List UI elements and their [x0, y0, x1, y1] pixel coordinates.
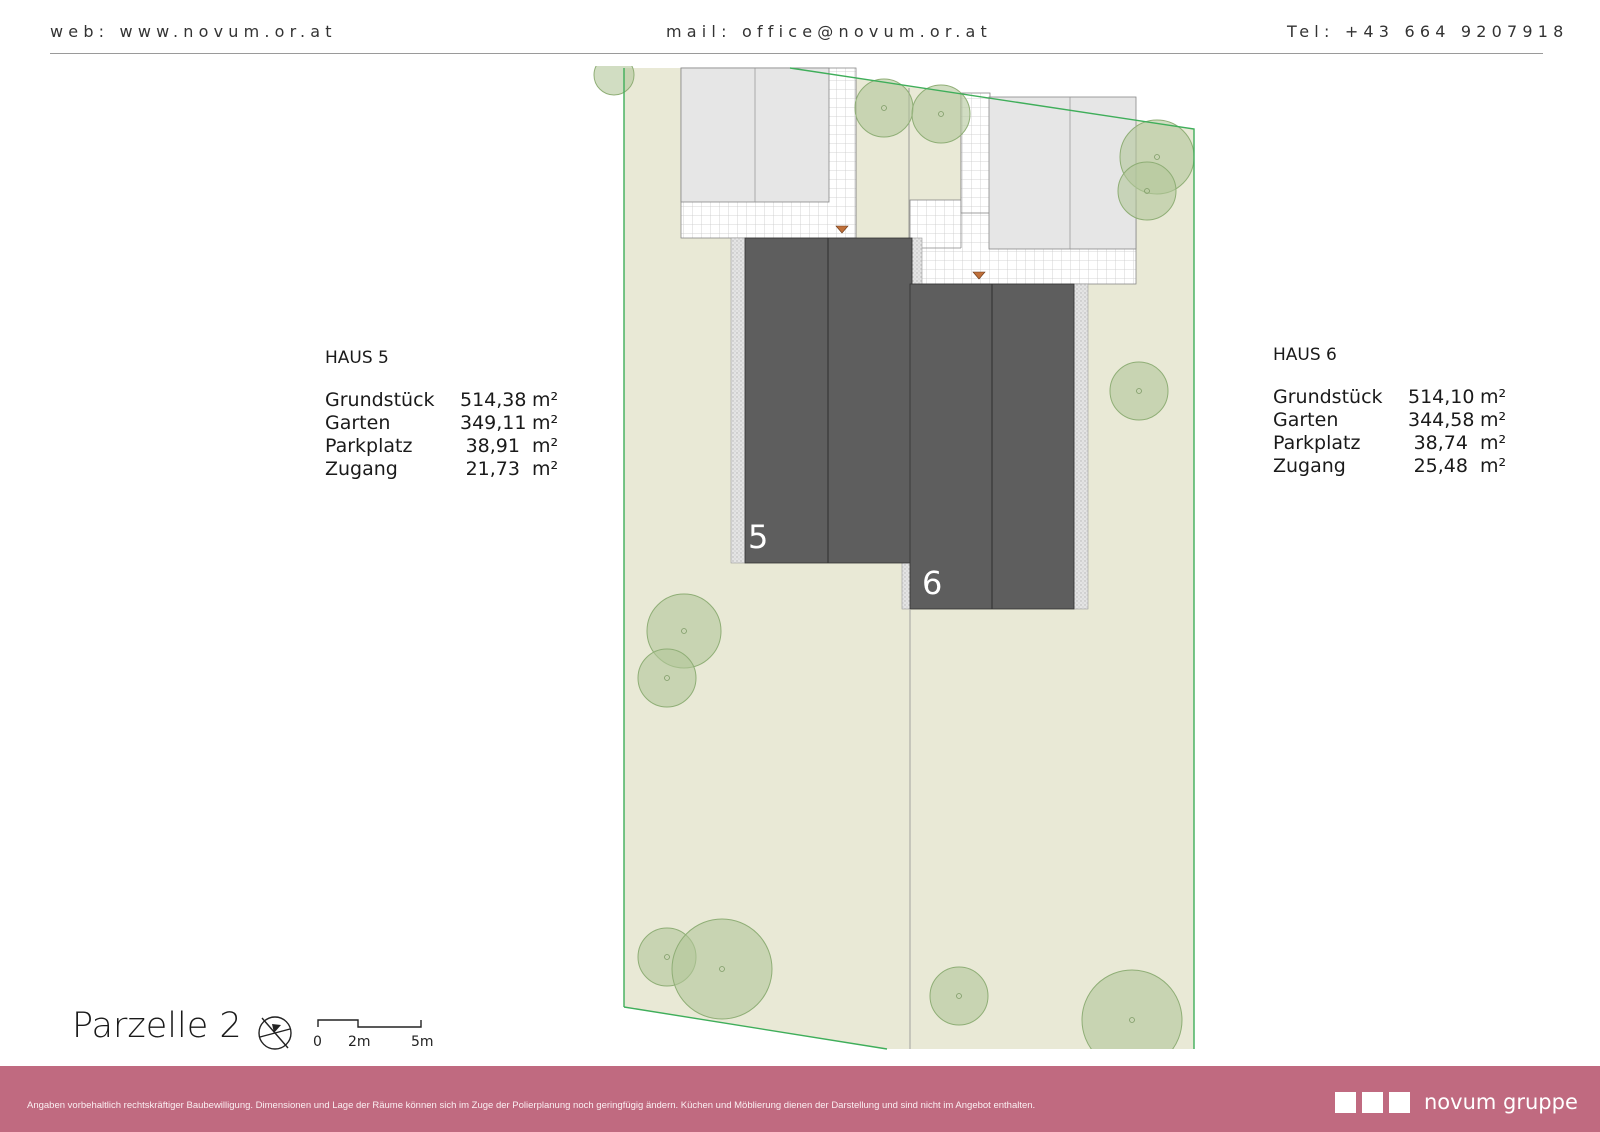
area-unit: m²: [532, 458, 559, 480]
tree: [1081, 969, 1183, 1049]
gravel-strip: [911, 237, 923, 285]
tree: [854, 78, 914, 138]
area-label: Zugang: [325, 458, 398, 480]
tree: [593, 66, 635, 96]
haus-5-title: HAUS 5: [325, 348, 389, 368]
area-label: Grundstück: [1273, 386, 1383, 408]
area-label: Parkplatz: [325, 435, 413, 457]
area-row: Garten 344,58 m²: [1273, 409, 1520, 432]
gravel-strip: [730, 237, 746, 564]
scale-bar: [317, 1019, 422, 1028]
tree: [1117, 161, 1177, 221]
area-value: 344,58: [1408, 409, 1475, 431]
footer-disclaimer: Angaben vorbehaltlich rechtskräftiger Ba…: [27, 1100, 1036, 1111]
area-label: Parkplatz: [1273, 432, 1361, 454]
area-unit: m²: [532, 389, 559, 411]
house-5-label: 5: [748, 518, 768, 556]
scale-label-2m: 2m: [348, 1034, 371, 1050]
area-unit: m²: [1480, 455, 1507, 477]
area-row: Parkplatz 38,91 m²: [325, 435, 572, 458]
area-unit: m²: [532, 435, 559, 457]
area-value: 349,11: [460, 412, 527, 434]
area-label: Zugang: [1273, 455, 1346, 477]
tree: [637, 648, 697, 708]
area-value: 25,48: [1413, 455, 1468, 477]
scale-label-0: 0: [313, 1034, 322, 1050]
tree: [929, 966, 989, 1026]
area-row: Zugang 25,48 m²: [1273, 455, 1520, 478]
house-6-label: 6: [922, 564, 942, 602]
site-plan: 5 6 0 2m 5m: [258, 66, 1195, 1050]
area-label: Garten: [1273, 409, 1339, 431]
area-label: Garten: [325, 412, 391, 434]
area-row: Grundstück 514,38 m²: [325, 389, 572, 412]
neighbor-building: [988, 96, 1137, 250]
area-row: Zugang 21,73 m²: [325, 458, 572, 481]
area-value: 514,38: [460, 389, 527, 411]
area-unit: m²: [1480, 409, 1507, 431]
haus-6-title: HAUS 6: [1273, 345, 1337, 365]
brand-name: novum gruppe: [1424, 1090, 1578, 1114]
haus-6-table: HAUS 6 Grundstück 514,10 m² Garten 344,5…: [1273, 345, 1520, 478]
logo-square-icon: [1389, 1091, 1410, 1113]
haus-5-table: HAUS 5 Grundstück 514,38 m² Garten 349,1…: [325, 348, 572, 481]
logo-square-icon: [1335, 1091, 1356, 1113]
logo-square-icon: [1362, 1091, 1383, 1113]
area-value: 514,10: [1408, 386, 1475, 408]
area-row: Garten 349,11 m²: [325, 412, 572, 435]
gravel-strip: [1073, 283, 1089, 610]
area-label: Grundstück: [325, 389, 435, 411]
north-arrow-icon: [258, 1016, 292, 1050]
tree: [1109, 361, 1169, 421]
brand-logo[interactable]: novum gruppe: [1335, 1090, 1578, 1114]
area-unit: m²: [1480, 432, 1507, 454]
area-value: 21,73: [465, 458, 520, 480]
area-value: 38,91: [465, 435, 520, 457]
area-unit: m²: [1480, 386, 1507, 408]
area-value: 38,74: [1413, 432, 1468, 454]
tree: [671, 918, 773, 1020]
area-row: Grundstück 514,10 m²: [1273, 386, 1520, 409]
scale-label-5m: 5m: [411, 1034, 434, 1050]
area-row: Parkplatz 38,74 m²: [1273, 432, 1520, 455]
parcel-title: Parzelle 2: [72, 1006, 242, 1046]
area-unit: m²: [532, 412, 559, 434]
